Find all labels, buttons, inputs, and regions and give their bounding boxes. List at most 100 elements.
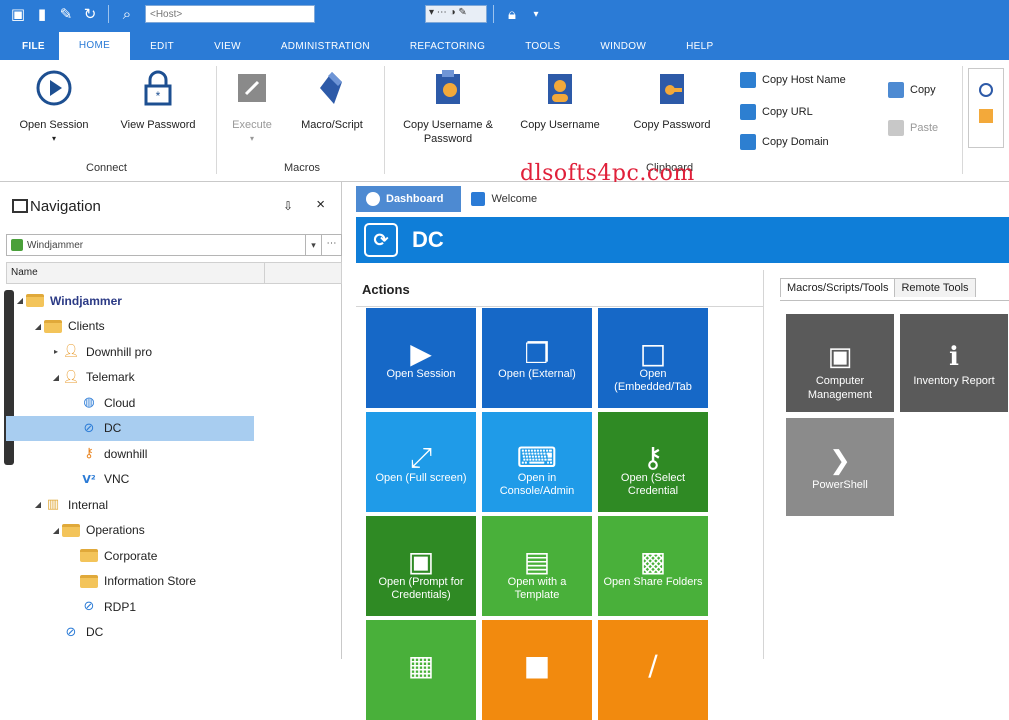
tree-item[interactable]: ◢ Windjammer bbox=[6, 288, 342, 314]
action-tile[interactable]: ■ bbox=[482, 620, 592, 720]
entry-title: DC bbox=[412, 227, 444, 252]
new-icon[interactable]: ▮ bbox=[30, 5, 54, 23]
user-icon: 👤︎ bbox=[62, 344, 80, 360]
tree-item-label: Clients bbox=[68, 319, 105, 334]
tab-administration[interactable]: ADMINISTRATION bbox=[261, 41, 390, 60]
paste-button[interactable]: Paste bbox=[888, 120, 938, 136]
tab-help[interactable]: HELP bbox=[666, 41, 733, 60]
tab-remote-tools[interactable]: Remote Tools bbox=[895, 278, 976, 297]
layout-combo[interactable]: ▾ ⋯ ◑ ✎ bbox=[425, 5, 487, 23]
tree-item[interactable]: ⊘ RDP1 bbox=[6, 594, 342, 620]
tree-item[interactable]: ◢ Clients bbox=[6, 314, 342, 340]
host-input[interactable] bbox=[145, 5, 315, 23]
properties-icon[interactable] bbox=[979, 109, 993, 123]
tree-item[interactable]: ▸ 👤︎ Downhill pro bbox=[6, 339, 342, 365]
action-tile[interactable]: ▶ Open Session bbox=[366, 308, 476, 408]
tab-home[interactable]: HOME bbox=[58, 32, 131, 60]
pin-icon[interactable]: ⇩ bbox=[283, 199, 293, 213]
tab-view[interactable]: VIEW bbox=[194, 41, 261, 60]
tree-item[interactable]: Corporate bbox=[6, 543, 342, 569]
copy-password-button[interactable]: Copy Password bbox=[620, 68, 724, 132]
edit-icon[interactable]: ✎ bbox=[54, 5, 78, 23]
action-tile[interactable]: ⚷ Open (Select Credential bbox=[598, 412, 708, 512]
action-tile[interactable]: ⌨ Open in Console/Admin bbox=[482, 412, 592, 512]
tree-item[interactable]: V² VNC bbox=[6, 467, 342, 493]
action-tile[interactable]: ▩ Open Share Folders bbox=[598, 516, 708, 616]
refresh-icon[interactable]: ↻ bbox=[78, 5, 102, 23]
copy-button[interactable]: Copy bbox=[888, 82, 936, 98]
tool-tile[interactable]: ℹ Inventory Report bbox=[900, 314, 1008, 412]
lock-icon[interactable]: 🔒︎ bbox=[500, 5, 524, 23]
tree-item[interactable]: ⊘ DC bbox=[6, 415, 254, 441]
expander-icon[interactable]: ◢ bbox=[14, 296, 26, 305]
copy-icon bbox=[888, 82, 904, 98]
action-tile[interactable]: ∕ bbox=[598, 620, 708, 720]
rdp-icon: ⟳ bbox=[364, 223, 398, 257]
tab-window[interactable]: WINDOW bbox=[580, 41, 666, 60]
expander-icon[interactable]: ◢ bbox=[32, 322, 44, 331]
column-header-name[interactable]: Name bbox=[6, 262, 342, 284]
tab-refactoring[interactable]: REFACTORING bbox=[390, 41, 505, 60]
copy-username-password-button[interactable]: Copy Username & Password bbox=[392, 68, 504, 146]
expander-icon[interactable]: ◢ bbox=[32, 500, 44, 509]
copy-username-icon bbox=[548, 74, 572, 104]
action-tile-label: Open (Select Credential bbox=[620, 472, 686, 497]
tool-tile[interactable]: ❯ PowerShell bbox=[786, 418, 894, 516]
copy-domain-button[interactable]: Copy Domain bbox=[740, 134, 829, 150]
datasource-icon bbox=[11, 239, 23, 251]
copy-host-name-button[interactable]: Copy Host Name bbox=[740, 72, 846, 88]
action-tile[interactable]: ❐ Open (External) bbox=[482, 308, 592, 408]
dropdown-icon[interactable]: ▾ bbox=[524, 9, 548, 20]
view-password-button[interactable]: * View Password bbox=[108, 68, 208, 132]
expander-icon[interactable]: ▸ bbox=[50, 347, 62, 356]
tree-item[interactable]: ◍ Cloud bbox=[6, 390, 342, 416]
tab-dashboard[interactable]: Dashboard bbox=[356, 186, 462, 212]
globe-icon: ◍ bbox=[83, 395, 95, 411]
play-icon bbox=[36, 70, 72, 106]
tab-file[interactable]: FILE bbox=[8, 41, 59, 60]
copy-url-button[interactable]: Copy URL bbox=[740, 104, 813, 120]
action-tile[interactable]: ▣ Open (Prompt for Credentials) bbox=[366, 516, 476, 616]
computer-management-icon: ▣ bbox=[827, 342, 853, 372]
close-icon[interactable]: × bbox=[316, 196, 325, 213]
tree-item[interactable]: ◢ 👤︎ Telemark bbox=[6, 365, 342, 391]
pen-icon: ∕ bbox=[648, 649, 658, 682]
home-icon bbox=[471, 192, 486, 206]
tree-item-label: RDP1 bbox=[104, 599, 137, 614]
tree-item[interactable]: ◢ ▥ Internal bbox=[6, 492, 342, 518]
action-tile-label: Open (Prompt for Credentials) bbox=[378, 576, 464, 601]
tab-edit[interactable]: EDIT bbox=[130, 41, 194, 60]
action-tile-label: Open (Embedded/Tab bbox=[614, 368, 692, 393]
tree-item[interactable]: ⊘ DC bbox=[6, 620, 342, 646]
copy-username-button[interactable]: Copy Username bbox=[510, 68, 610, 132]
action-tile[interactable]: ▤ Open with a Template bbox=[482, 516, 592, 616]
tool-tile[interactable]: ▣ Computer Management bbox=[786, 314, 894, 412]
chevron-down-icon[interactable]: ▾ bbox=[305, 235, 321, 255]
search-icon[interactable]: ⌕ bbox=[115, 5, 139, 23]
open-session-button[interactable]: Open Session ▾ bbox=[10, 68, 98, 146]
tree-item[interactable]: ⚷ downhill bbox=[6, 441, 342, 467]
tab-macros-scripts-tools[interactable]: Macros/Scripts/Tools bbox=[780, 278, 896, 297]
save-icon[interactable]: ▣ bbox=[6, 5, 30, 23]
powershell-icon: ❯ bbox=[829, 446, 851, 476]
expander-icon[interactable]: ◢ bbox=[50, 526, 62, 535]
expander-icon[interactable]: ◢ bbox=[50, 373, 62, 382]
datasource-select[interactable]: Windjammer ▾ ⋯ bbox=[6, 234, 342, 256]
tab-welcome[interactable]: Welcome bbox=[461, 186, 555, 212]
execute-button[interactable]: Execute ▾ bbox=[222, 68, 282, 146]
tree-item-label: Downhill pro bbox=[86, 344, 153, 359]
navigation-icon bbox=[12, 199, 28, 213]
action-tile[interactable]: ⤢ Open (Full screen) bbox=[366, 412, 476, 512]
window-icon: ❐ bbox=[524, 337, 550, 370]
inventory-report-icon: ℹ bbox=[949, 342, 959, 372]
action-tile[interactable]: ▦ bbox=[366, 620, 476, 720]
action-tile[interactable]: □ Open (Embedded/Tab bbox=[598, 308, 708, 408]
more-icon[interactable]: ⋯ bbox=[321, 235, 341, 255]
tree-item[interactable]: ◢ Operations bbox=[6, 518, 342, 544]
key-icon: ⚷ bbox=[642, 441, 664, 474]
folder-icon bbox=[44, 318, 62, 334]
tab-tools[interactable]: TOOLS bbox=[505, 41, 580, 60]
tree-item[interactable]: Information Store bbox=[6, 569, 342, 595]
macro-script-button[interactable]: Macro/Script bbox=[290, 68, 374, 132]
settings-icon[interactable] bbox=[979, 83, 993, 97]
